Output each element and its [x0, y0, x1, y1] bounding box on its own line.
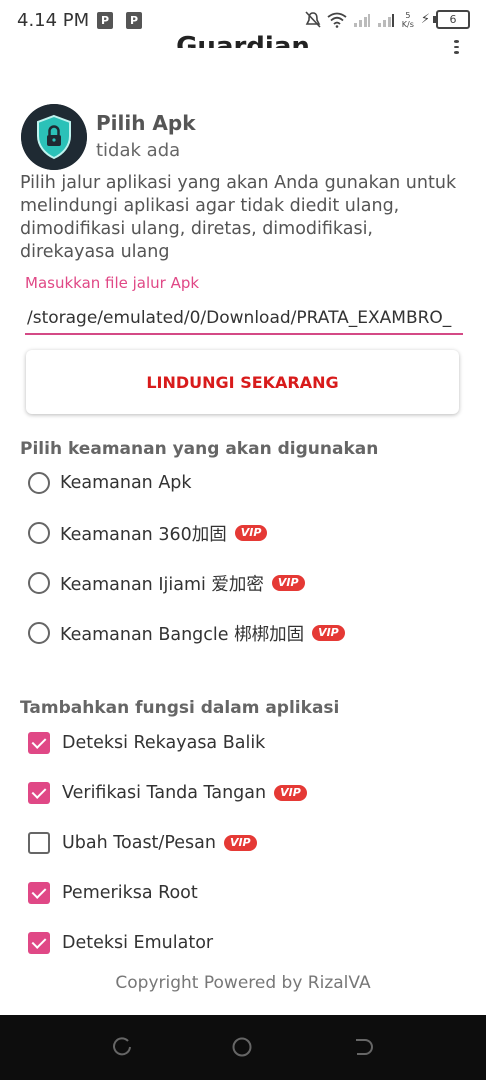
net-speed: 5 K/s [401, 10, 414, 29]
protect-now-button[interactable]: LINDUNGI SEKARANG [26, 350, 459, 414]
radio-option-apk[interactable]: Keamanan Apk [28, 468, 192, 498]
radio-button[interactable] [28, 472, 50, 494]
vip-badge: VIP [271, 575, 305, 591]
checkbox-label: Verifikasi Tanda Tangan [62, 783, 267, 803]
radio-button[interactable] [28, 622, 50, 644]
vip-badge: VIP [234, 525, 268, 541]
copyright-text: Copyright Powered by RizalVA [115, 973, 371, 993]
path-field-label: Masukkan file jalur Apk [25, 274, 200, 292]
radio-option-360[interactable]: Keamanan 360加固 VIP [28, 518, 268, 548]
signal2-icon [377, 13, 394, 27]
recent-apps-icon[interactable] [112, 1037, 132, 1057]
checkbox-option-reverse-engineering[interactable]: Deteksi Rekayasa Balik [28, 728, 265, 758]
radio-label: Keamanan Ijiami 爱加密 [60, 574, 264, 595]
checkbox-option-root[interactable]: Pemeriksa Root [28, 878, 198, 908]
checkbox[interactable] [28, 832, 50, 854]
signal1-icon [353, 13, 370, 27]
selected-apk-status: tidak ada [96, 140, 181, 161]
mute-icon [305, 10, 321, 28]
back-icon[interactable] [353, 1037, 373, 1057]
vip-badge: VIP [274, 785, 307, 801]
select-apk-title[interactable]: Pilih Apk [96, 111, 196, 135]
radio-option-ijiami[interactable]: Keamanan Ijiami 爱加密 VIP [28, 568, 305, 598]
checkbox-label: Deteksi Emulator [62, 933, 214, 953]
description-text: Pilih jalur aplikasi yang akan Anda guna… [20, 173, 457, 262]
radio-label: Keamanan 360加固 [60, 524, 227, 545]
app-shield-icon[interactable] [21, 104, 87, 170]
checkbox-label: Deteksi Rekayasa Balik [62, 733, 266, 753]
system-nav-bar [0, 1015, 486, 1080]
sim2-icon: P [126, 12, 142, 29]
checkbox-label: Ubah Toast/Pesan [62, 833, 216, 853]
checkbox[interactable] [28, 732, 50, 754]
vip-badge: VIP [312, 625, 345, 641]
checkbox[interactable] [28, 782, 50, 804]
page-title: Guardian [176, 32, 310, 48]
battery-icon: 6 [433, 10, 470, 29]
security-section-title: Pilih keamanan yang akan digunakan [20, 439, 379, 459]
apk-path-input[interactable] [25, 303, 463, 335]
vip-badge: VIP [223, 835, 257, 851]
sim1-icon: P [97, 12, 113, 29]
wifi-icon [327, 12, 347, 28]
charging-icon: ⚡ [420, 12, 430, 27]
functions-section-title: Tambahkan fungsi dalam aplikasi [20, 698, 340, 718]
checkbox-option-signature[interactable]: Verifikasi Tanda Tangan VIP [28, 778, 307, 808]
radio-button[interactable] [28, 572, 50, 594]
home-icon[interactable] [232, 1037, 252, 1057]
checkbox-option-toast[interactable]: Ubah Toast/Pesan VIP [28, 828, 257, 858]
radio-button[interactable] [28, 522, 50, 544]
checkbox-option-emulator[interactable]: Deteksi Emulator [28, 928, 213, 958]
radio-label: Keamanan Bangcle 梆梆加固 [60, 624, 305, 645]
status-icons: 5 K/s ⚡ 6 [305, 10, 470, 29]
checkbox[interactable] [28, 882, 50, 904]
checkbox-label: Pemeriksa Root [62, 883, 198, 903]
radio-label: Keamanan Apk [60, 473, 192, 493]
radio-option-bangcle[interactable]: Keamanan Bangcle 梆梆加固 VIP [28, 618, 345, 648]
overflow-menu-icon[interactable] [454, 40, 460, 55]
checkbox[interactable] [28, 932, 50, 954]
